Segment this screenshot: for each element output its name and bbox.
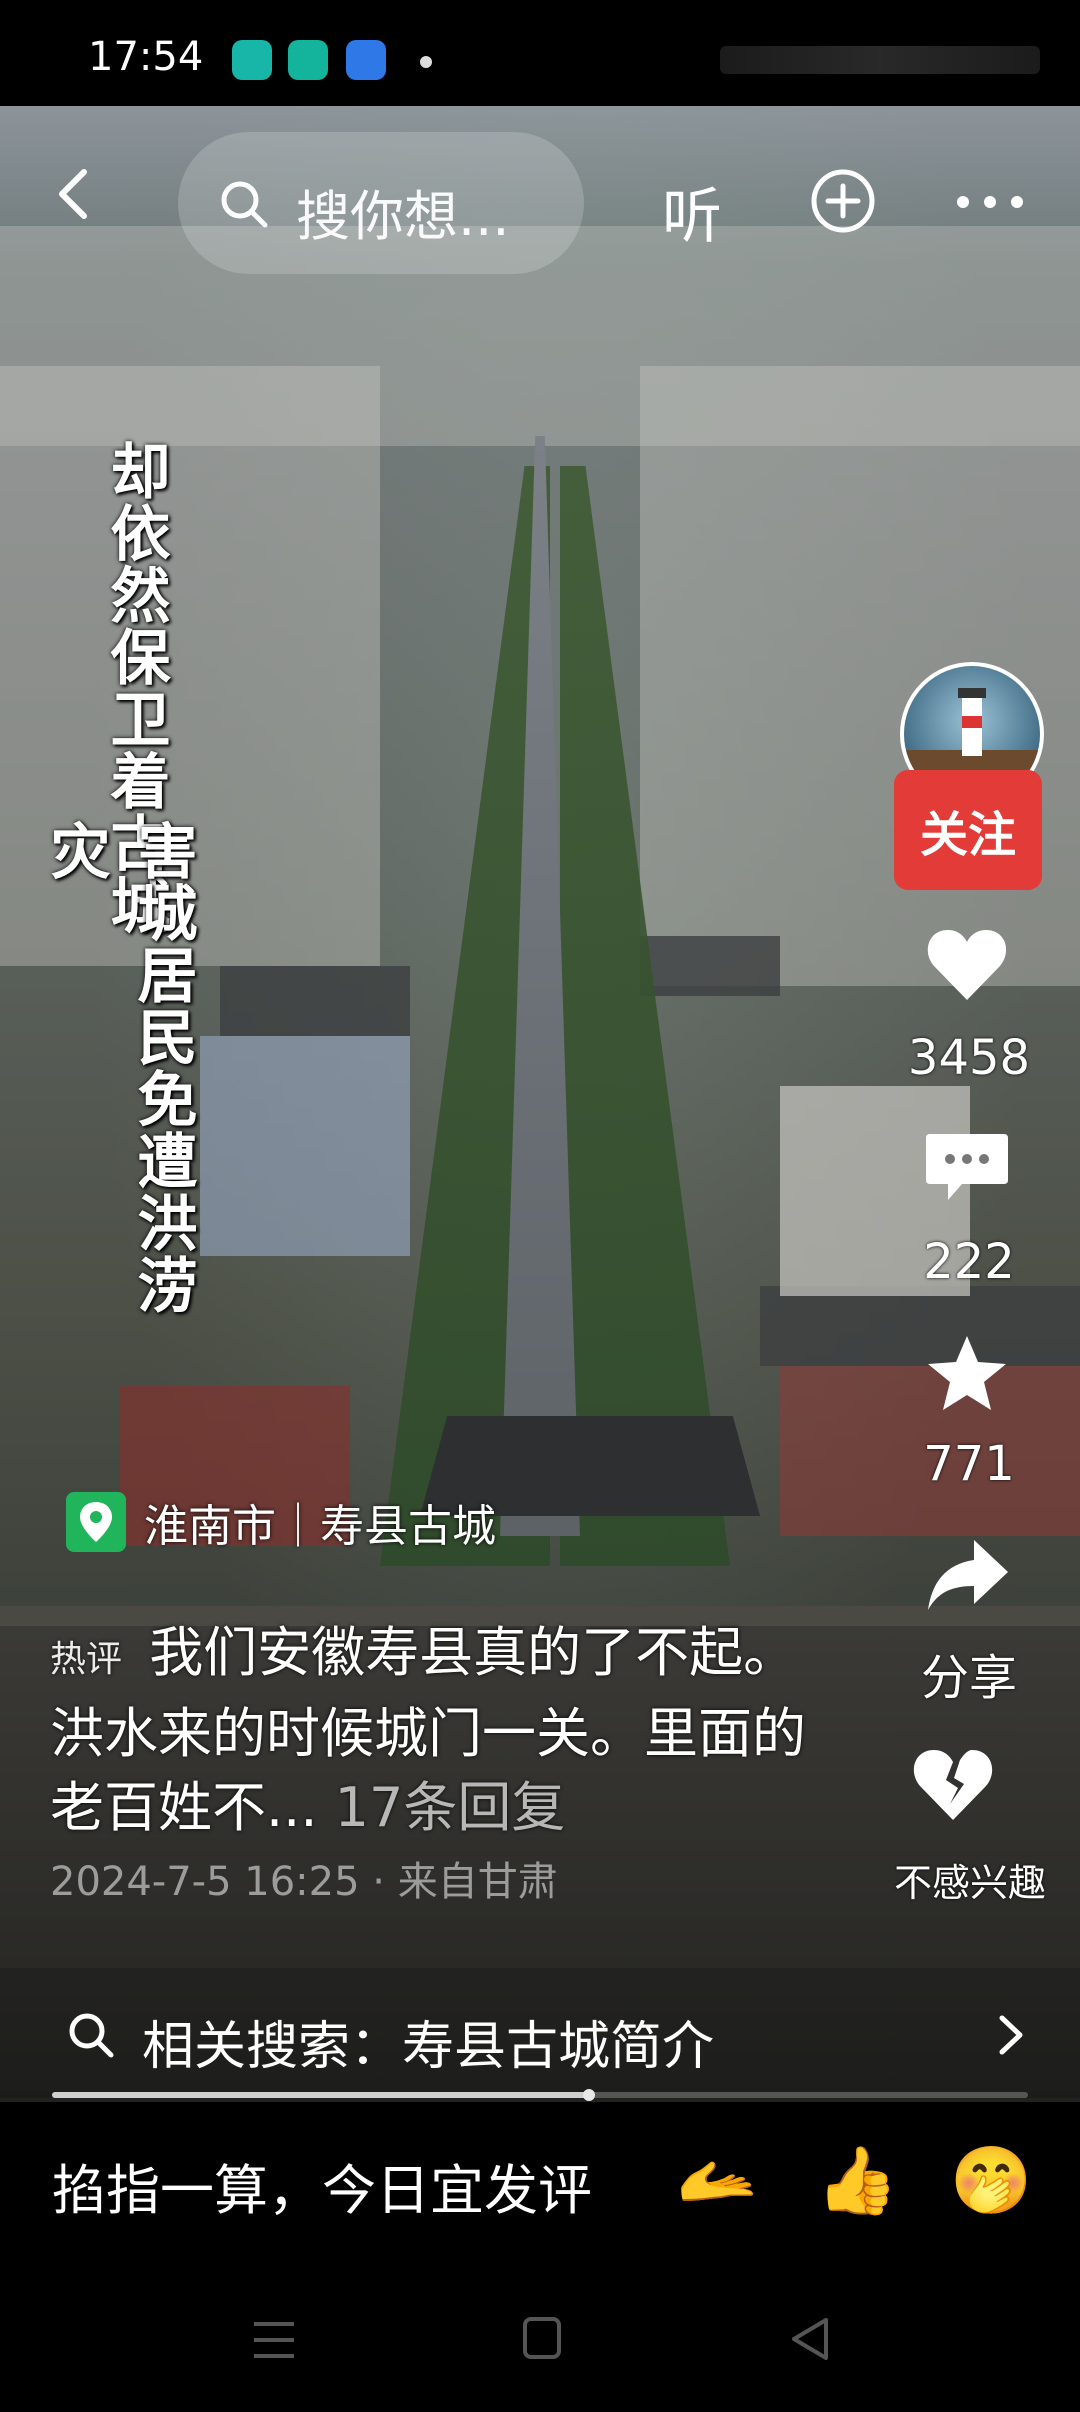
caption-col-2: 害城居民免遭洪涝灾	[40, 820, 197, 1316]
comment-count: 222	[923, 1234, 1015, 1290]
comment-meta: 2024-7-5 16:25 · 来自甘肃	[50, 1859, 558, 1905]
recent-apps-icon[interactable]	[250, 2318, 298, 2362]
location-label: 淮南市｜寿县古城	[144, 1501, 496, 1552]
follow-button[interactable]: 关注	[894, 770, 1042, 890]
favorite-count: 771	[923, 1436, 1015, 1492]
chevron-right-icon	[999, 2015, 1023, 2055]
like-count: 3458	[907, 1030, 1031, 1086]
back-triangle-icon[interactable]	[788, 2316, 832, 2362]
search-icon	[69, 2013, 114, 2058]
more-options-icon[interactable]	[955, 192, 1025, 212]
heart-icon[interactable]	[922, 920, 1012, 1010]
emoji-hands[interactable]: 🫴	[676, 2146, 758, 2216]
top-nav: 搜你想... 听	[0, 106, 1080, 286]
hot-comment[interactable]: 热评 我们安徽寿县真的了不起。洪水来的时候城门一关。里面的老百姓不... 17条…	[50, 1616, 830, 1907]
system-nav-bar	[0, 2262, 1080, 2412]
hot-comment-tag: 热评	[50, 1639, 123, 1680]
reply-count[interactable]: 17条回复	[335, 1776, 566, 1839]
status-bar: 17:54	[0, 0, 1080, 106]
hot-comment-text: 热评 我们安徽寿县真的了不起。洪水来的时候城门一关。里面的老百姓不... 17条…	[50, 1616, 830, 1845]
listen-button[interactable]: 听	[662, 168, 722, 255]
comment-prompt[interactable]: 掐指一算，今日宜发评	[52, 2146, 592, 2225]
emoji-thumbs-up[interactable]: 👍	[816, 2146, 898, 2216]
video-progress-bar[interactable]	[52, 2089, 1028, 2101]
search-icon	[221, 181, 268, 228]
related-search-bar[interactable]: 相关搜索：寿县古城简介	[0, 1968, 1080, 2098]
plus-circle-icon[interactable]	[810, 168, 876, 234]
action-rail: 关注 3458 222 771 分享 不感兴趣	[880, 650, 1080, 1950]
status-indicators	[720, 46, 1040, 74]
location-tag[interactable]: 淮南市｜寿县古城	[66, 1488, 496, 1556]
comment-input-bar[interactable]: 掐指一算，今日宜发评 🫴 👍 🤭	[0, 2102, 1080, 2262]
star-icon[interactable]	[922, 1330, 1012, 1420]
broken-heart-icon[interactable]	[908, 1740, 998, 1830]
progress-fill	[52, 2089, 595, 2101]
comment-icon[interactable]	[922, 1122, 1012, 1212]
share-label[interactable]: 分享	[880, 1638, 1058, 1708]
related-search-label: 相关搜索：寿县古城简介	[142, 2017, 715, 2077]
notification-dot	[420, 56, 432, 68]
back-arrow-icon[interactable]	[48, 166, 104, 222]
home-square-icon[interactable]	[522, 2316, 562, 2360]
home-app-icon	[232, 40, 272, 80]
map-pin-icon	[66, 1492, 126, 1552]
blue-app-icon	[346, 40, 386, 80]
video-caption: 却依然保卫着古城 害城居民免遭洪涝灾	[32, 440, 197, 1340]
not-interested-label[interactable]: 不感兴趣	[872, 1852, 1068, 1907]
search-bar[interactable]: 搜你想...	[178, 132, 584, 274]
shield-app-icon	[288, 40, 328, 80]
search-placeholder: 搜你想...	[296, 185, 510, 248]
status-time: 17:54	[88, 34, 204, 80]
emoji-smirk[interactable]: 🤭	[950, 2146, 1032, 2216]
share-icon[interactable]	[922, 1530, 1012, 1620]
